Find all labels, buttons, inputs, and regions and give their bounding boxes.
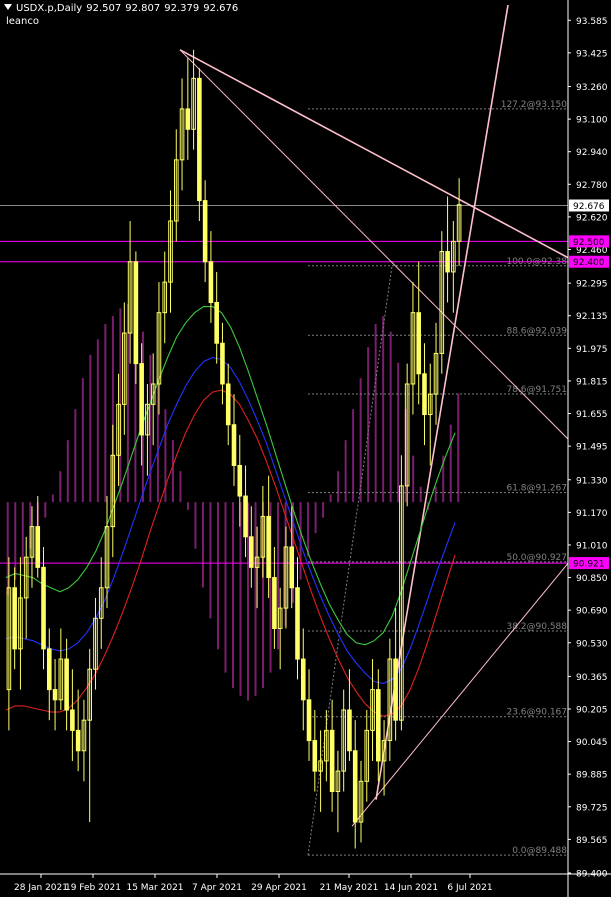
y-tick-label: 91.010 (576, 541, 608, 551)
candle-body (231, 424, 237, 466)
candle-body (249, 536, 254, 568)
symbol-label: USDX.p,Daily (16, 3, 83, 14)
candle-body (243, 495, 248, 538)
y-tick-label: 90.045 (576, 738, 608, 748)
y-tick-label: 93.100 (576, 116, 608, 126)
candle-body (220, 342, 225, 385)
y-tick-label: 91.655 (576, 410, 608, 420)
oscillator-histogram (6, 303, 460, 701)
candle-body (139, 363, 144, 436)
y-tick-label: 90.365 (576, 673, 608, 683)
candle-body (329, 729, 335, 792)
ma-fast-line (5, 306, 456, 646)
axes: 93.585 93.425 93.260 93.100 92.940 92.780 92.6… (0, 0, 611, 897)
fib-label: 61.8@91.267 (506, 484, 567, 494)
x-tick-label: 21 May 2021 (320, 883, 379, 893)
y-tick-label: 92.940 (576, 148, 608, 158)
y-tick-label: 93.425 (576, 49, 608, 59)
y-tick-label: 90.530 (576, 639, 608, 649)
x-tick-label: 15 Mar 2021 (126, 883, 183, 893)
candle-body (272, 577, 277, 629)
candle-body (70, 709, 75, 731)
y-tick-label: 93.260 (576, 83, 608, 93)
y-tick-label: 91.495 (576, 443, 608, 453)
open-value: 92.507 (86, 3, 122, 14)
candle-body (312, 740, 318, 772)
y-tick-label: 93.585 (576, 17, 608, 27)
resistance-trendline (179, 49, 569, 259)
moving-averages (5, 306, 456, 717)
y-tick-label: 92.780 (576, 181, 608, 191)
x-tick-label: 29 Apr 2021 (251, 883, 307, 893)
fib-label: 23.6@90.167 (506, 708, 567, 718)
y-tick-label: 89.565 (576, 836, 608, 846)
y-tick-label: 89.400 (576, 870, 608, 880)
candle-body (46, 648, 52, 691)
y-tick-label: 91.330 (576, 476, 608, 486)
y-tick-label: 89.725 (576, 803, 608, 813)
low-value: 92.379 (164, 3, 200, 14)
x-tick-label: 19 Feb 2021 (65, 883, 121, 893)
candle-body (41, 566, 46, 650)
candle-body (75, 729, 81, 752)
candle-body (225, 383, 231, 426)
y-tick-label: 91.975 (576, 345, 608, 355)
current-price-label: 92.676 (573, 202, 605, 212)
y-tick-label: 92.135 (576, 312, 608, 322)
candle-body (289, 546, 295, 589)
close-value: 92.676 (203, 3, 239, 14)
price-chart[interactable]: 127.2@93.150100.0@92.3888.6@92.03978.6@9… (0, 0, 611, 897)
y-tick-label: 91.815 (576, 377, 608, 387)
x-tick-label: 28 Jan 2021 (14, 883, 68, 893)
x-tick-label: 14 Jun 2021 (384, 883, 438, 893)
chart-header: USDX.p,Daily 92.507 92.807 92.379 92.676 (4, 3, 242, 14)
high-value: 92.807 (125, 3, 161, 14)
candle-body (422, 373, 427, 416)
horizontal-price-lines[interactable] (0, 204, 568, 564)
candle-body (416, 312, 422, 375)
x-tick-label: 6 Jul 2021 (447, 883, 492, 893)
candle-body (208, 261, 214, 303)
y-tick-label: 90.205 (576, 705, 608, 715)
candle-body (347, 709, 352, 752)
y-tick-label: 92.620 (576, 213, 608, 223)
candle-body (295, 587, 300, 660)
candle-body (300, 658, 306, 701)
y-tick-label: 92.295 (576, 280, 608, 290)
candle-body (445, 251, 450, 273)
candle-body (133, 261, 139, 365)
candle-body (237, 464, 243, 497)
dropdown-triangle-icon[interactable] (4, 4, 12, 10)
price-line-label: 90.921 (573, 560, 605, 570)
fib-label: 50.0@90.927 (506, 553, 567, 563)
candle-body (202, 200, 208, 263)
candle-body (266, 515, 271, 579)
indicator-name: leanco (6, 16, 40, 27)
y-tick-label: 90.690 (576, 607, 608, 617)
fib-label: 127.2@93.150 (501, 100, 568, 110)
price-line-label: 92.400 (573, 258, 605, 268)
candle-body (52, 689, 58, 701)
fib-label: 88.6@92.039 (506, 326, 567, 336)
candle-body (185, 108, 191, 130)
y-tick-label: 89.885 (576, 771, 608, 781)
y-tick-label: 91.170 (576, 509, 608, 519)
candle-body (12, 587, 17, 650)
candle-body (306, 699, 312, 742)
candle-body (35, 526, 41, 568)
fib-label: 0.0@89.488 (512, 846, 567, 856)
candle-body (376, 689, 381, 762)
candle-body (214, 301, 219, 344)
candle-body (352, 750, 358, 823)
y-tick-label: 90.850 (576, 574, 608, 584)
candle-body (393, 658, 398, 721)
price-line-label: 92.500 (573, 238, 605, 248)
candle-body (197, 77, 202, 202)
candle-body (64, 658, 69, 711)
x-tick-label: 7 Apr 2021 (192, 883, 242, 893)
